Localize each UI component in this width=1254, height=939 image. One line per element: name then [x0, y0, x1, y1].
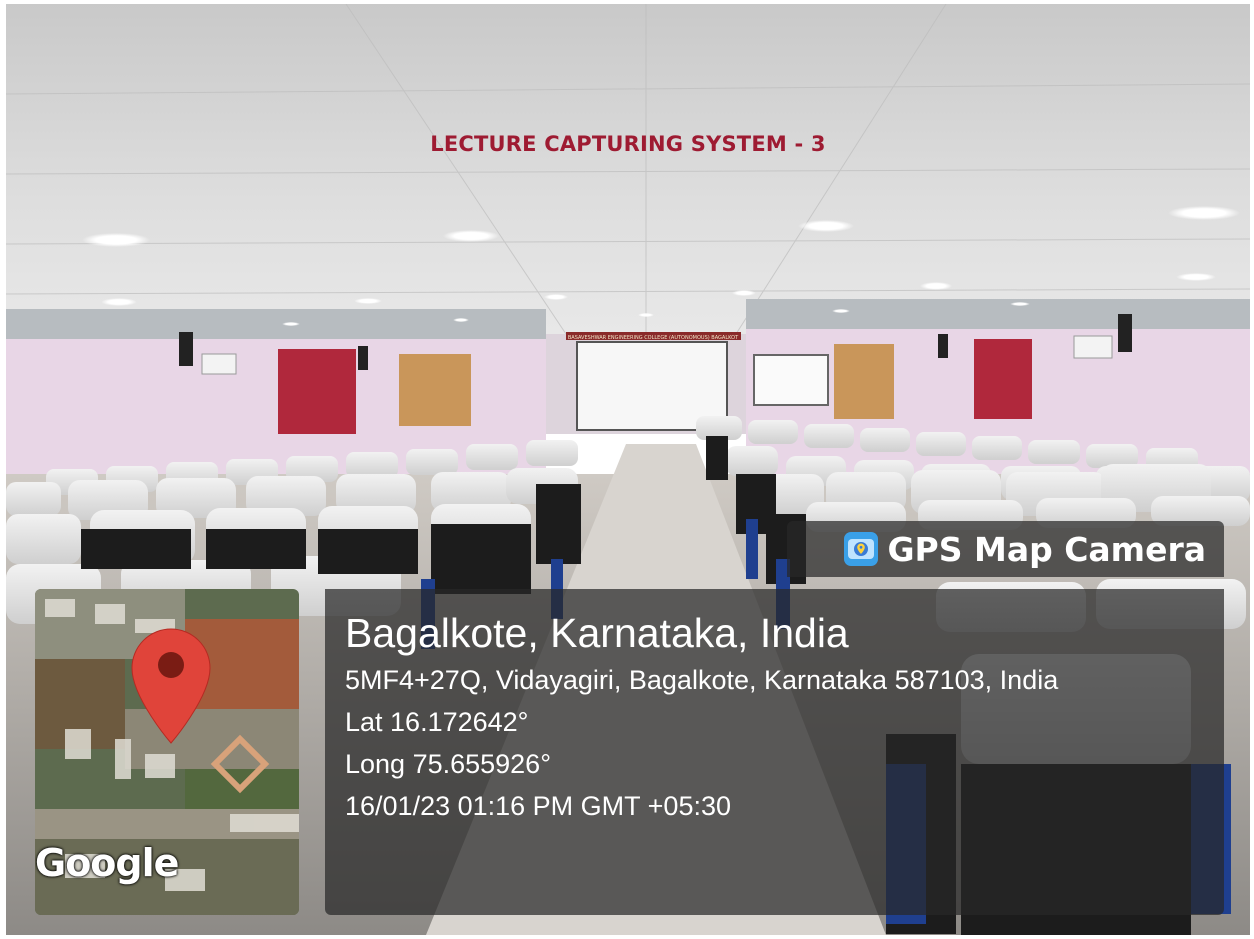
google-logo: Google [35, 841, 179, 885]
map-camera-icon [844, 532, 879, 566]
gps-info-panel: Bagalkote, Karnataka, India 5MF4+27Q, Vi… [325, 589, 1224, 915]
longitude-text: Long 75.655926° [345, 749, 551, 779]
front-wall-banner: BASAVESHWAR ENGINEERING COLLEGE (AUTONOM… [568, 335, 739, 341]
place-title: Bagalkote, Karnataka, India [345, 610, 849, 656]
timestamp-text: 16/01/23 01:16 PM GMT +05:30 [345, 791, 732, 821]
latitude-text: Lat 16.172642° [345, 707, 529, 737]
address-text: 5MF4+27Q, Vidayagiri, Bagalkote, Karnata… [345, 665, 1059, 695]
gps-app-tag: GPS Map Camera [787, 521, 1224, 577]
satellite-minimap: Google [35, 589, 299, 915]
photo-caption: LECTURE CAPTURING SYSTEM - 3 [430, 132, 826, 156]
gps-app-name: GPS Map Camera [887, 529, 1206, 569]
